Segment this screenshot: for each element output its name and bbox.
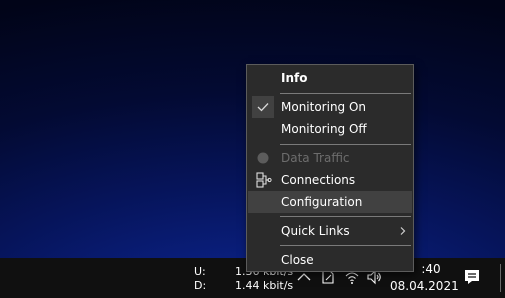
menu-item-monitoring-on-label: Monitoring On (281, 100, 367, 114)
menu-item-connections-label: Connections (281, 173, 356, 187)
menu-item-info[interactable]: Info (248, 67, 412, 89)
data-traffic-icon (252, 147, 274, 169)
network-monitor-labels: U: D: (194, 265, 206, 293)
menu-separator (280, 144, 411, 145)
menu-item-close-label: Close (281, 253, 314, 267)
menu-item-data-traffic-label: Data Traffic (281, 151, 350, 165)
menu-item-connections[interactable]: Connections (248, 169, 412, 191)
checkmark-icon (252, 96, 274, 118)
action-center-icon[interactable] (463, 268, 481, 286)
download-rate: 1.44 kbit/s (235, 279, 294, 292)
menu-item-monitoring-off-label: Monitoring Off (281, 122, 367, 136)
menu-item-configuration-label: Configuration (281, 195, 363, 209)
upload-label: U: (194, 265, 206, 278)
menu-item-close[interactable]: Close (248, 249, 412, 271)
menu-separator (280, 245, 411, 246)
menu-separator (280, 216, 411, 217)
clock-date: 08.04.2021 (390, 279, 459, 293)
menu-item-data-traffic: Data Traffic (248, 147, 412, 169)
network-connections-icon (252, 169, 274, 191)
menu-item-quick-links-label: Quick Links (281, 224, 350, 238)
menu-item-info-label: Info (281, 71, 308, 85)
show-desktop-divider[interactable] (500, 264, 501, 292)
menu-item-configuration[interactable]: Configuration (248, 191, 412, 213)
tray-context-menu: Info Monitoring On Monitoring Off Data T… (246, 64, 414, 272)
menu-separator (280, 93, 411, 94)
menu-item-quick-links[interactable]: Quick Links (248, 220, 412, 242)
chevron-right-icon (398, 220, 408, 242)
menu-item-monitoring-on[interactable]: Monitoring On (248, 96, 412, 118)
menu-item-monitoring-off[interactable]: Monitoring Off (248, 118, 412, 140)
download-label: D: (194, 279, 207, 292)
